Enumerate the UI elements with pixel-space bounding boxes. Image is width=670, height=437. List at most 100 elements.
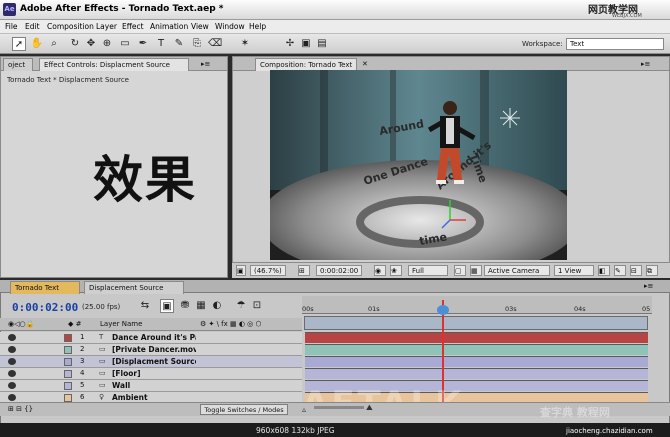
selection-tool-icon[interactable]: ➚ — [12, 37, 26, 51]
panel-menu-icon[interactable]: ▸≡ — [640, 280, 664, 293]
timeline-timecode[interactable]: 0:00:02:00 — [12, 301, 78, 314]
tab-effect-controls[interactable]: Effect Controls: Displacment Source — [39, 58, 189, 71]
graph-editor-icon[interactable]: ⊡ — [250, 299, 264, 313]
layer-duration-bar[interactable] — [305, 332, 648, 343]
pixel-aspect-icon[interactable]: ◧ — [598, 265, 610, 276]
view-layout-select[interactable]: 1 View — [554, 265, 594, 276]
layer-row[interactable]: 3 ▭ [Displacment Source — [0, 356, 302, 368]
hand-tool-icon[interactable]: ✋ — [30, 37, 44, 51]
toggle-switches-modes-button[interactable]: Toggle Switches / Modes — [200, 404, 288, 415]
menu-composition[interactable]: Composition — [47, 22, 94, 31]
label-swatch[interactable] — [64, 394, 72, 402]
current-time-field[interactable]: 0:00:02:00 — [316, 265, 363, 276]
label-swatch[interactable] — [64, 382, 72, 390]
layer-duration-bar[interactable] — [305, 344, 648, 355]
zoom-slider[interactable] — [314, 406, 364, 409]
layer-name[interactable]: [Displacment Source — [112, 357, 196, 366]
timeline-icon[interactable]: ⊟ — [630, 265, 642, 276]
tab-displacement-source[interactable]: Displacement Source — [84, 281, 184, 294]
safe-zones-icon[interactable]: ⊞ — [298, 265, 310, 276]
visibility-icon[interactable] — [8, 394, 16, 401]
layer-duration-bar[interactable] — [305, 368, 648, 379]
menu-animation[interactable]: Animation — [150, 22, 188, 31]
comp-panel-tabs: Composition: Tornado Text ✕ ▸≡ — [233, 57, 669, 71]
panel-menu-icon[interactable]: ▸≡ — [637, 58, 667, 71]
expand-panes-icon[interactable]: ⊞ ⊟ {} — [8, 405, 33, 413]
zoom-tool-icon[interactable]: ⌕ — [47, 37, 61, 51]
visibility-icon[interactable] — [8, 382, 16, 389]
axis-mode-icon[interactable]: ✢ — [283, 37, 297, 51]
workspace-select[interactable]: Text — [566, 38, 664, 50]
visibility-icon[interactable] — [8, 346, 16, 353]
draft-3d-icon[interactable]: ▣ — [160, 299, 174, 313]
tab-tornado-text[interactable]: Tornado Text — [10, 281, 80, 294]
menu-edit[interactable]: Edit — [25, 22, 40, 31]
puppet-tool-icon[interactable]: ✶ — [238, 37, 252, 51]
hide-shy-icon[interactable]: ⛃ — [178, 299, 192, 313]
view-axis-icon[interactable]: ▤ — [315, 37, 329, 51]
resolution-select[interactable]: Full — [408, 265, 448, 276]
viewer-footer: ▣ (46.7%) ⊞ 0:00:02:00 ◉ ❀ Full ▢ ▦ Acti… — [232, 262, 670, 278]
layer-name[interactable]: Wall — [112, 381, 196, 390]
world-axis-icon[interactable]: ▣ — [299, 37, 313, 51]
camera-select[interactable]: Active Camera — [484, 265, 550, 276]
watermark-site: 查字典 教程网 — [540, 406, 610, 419]
layer-number: 5 — [80, 381, 85, 389]
menu-effect[interactable]: Effect — [122, 22, 144, 31]
visibility-icon[interactable] — [8, 370, 16, 377]
layer-name[interactable]: Dance Around it's Pa — [112, 333, 196, 342]
layer-column-header: ◉◁○🔒 ◆ # Layer Name ⚙ ✦ \ fx ▦ ◐ ◎ ⬡ — [0, 318, 302, 331]
rectangle-mask-tool-icon[interactable]: ▭ — [118, 37, 132, 51]
layer-row[interactable]: 1 T Dance Around it's Pa — [0, 332, 302, 344]
layer-name[interactable]: Ambient — [112, 393, 196, 402]
label-swatch[interactable] — [64, 346, 72, 354]
menu-layer[interactable]: Layer — [96, 22, 117, 31]
menu-view[interactable]: View — [191, 22, 209, 31]
magnification-select[interactable]: (46.7%) — [250, 265, 286, 276]
menu-window[interactable]: Window — [215, 22, 245, 31]
always-preview-icon[interactable]: ▣ — [236, 265, 246, 276]
layer-name[interactable]: [Private Dancer.mov — [112, 345, 196, 354]
zoom-in-icon[interactable]: ⛰ — [366, 403, 373, 413]
layer-type-icon: ▭ — [99, 345, 106, 353]
brainstorm-icon[interactable]: ☂ — [234, 299, 248, 313]
layer-name[interactable]: [Floor] — [112, 369, 196, 378]
type-tool-icon[interactable]: T — [154, 37, 168, 51]
brush-tool-icon[interactable]: ✎ — [172, 37, 186, 51]
time-ruler[interactable]: 00s 01s 03s 04s 05 — [302, 296, 652, 314]
tab-project[interactable]: oject — [3, 58, 33, 71]
work-area-bar[interactable] — [304, 316, 648, 330]
camera-tool-icon[interactable]: ✥ — [84, 37, 98, 51]
layer-row[interactable]: 4 ▭ [Floor] — [0, 368, 302, 380]
label-swatch[interactable] — [64, 334, 72, 342]
composition-viewer[interactable]: Around One Dance Around it's time Time — [270, 70, 567, 260]
snapshot-icon[interactable]: ◉ — [374, 265, 386, 276]
zoom-out-icon[interactable]: ▵ — [302, 405, 306, 414]
clone-stamp-tool-icon[interactable]: ⎘ — [190, 37, 204, 51]
frame-blending-icon[interactable]: ▦ — [194, 299, 208, 313]
label-swatch[interactable] — [64, 370, 72, 378]
eraser-tool-icon[interactable]: ⌫ — [208, 37, 222, 51]
pan-behind-tool-icon[interactable]: ⊕ — [100, 37, 114, 51]
panel-menu-icon[interactable]: ▸≡ — [197, 58, 223, 71]
menu-help[interactable]: Help — [249, 22, 266, 31]
label-swatch[interactable] — [64, 358, 72, 366]
layer-duration-bar[interactable] — [305, 356, 648, 367]
fast-previews-icon[interactable]: ✎ — [614, 265, 626, 276]
comp-flowchart-icon[interactable]: ⧉ — [646, 265, 658, 276]
visibility-icon[interactable] — [8, 334, 16, 341]
pen-tool-icon[interactable]: ✒ — [136, 37, 150, 51]
current-time-indicator-head[interactable] — [437, 305, 449, 315]
visibility-icon[interactable] — [8, 358, 16, 365]
motion-blur-icon[interactable]: ◐ — [210, 299, 224, 313]
live-update-icon[interactable]: ⇆ — [138, 299, 152, 313]
layer-type-icon: ▭ — [99, 369, 106, 377]
region-of-interest-icon[interactable]: ▢ — [454, 265, 466, 276]
show-channel-icon[interactable]: ❀ — [390, 265, 402, 276]
menu-file[interactable]: File — [5, 22, 18, 31]
layer-row[interactable]: 5 ▭ Wall — [0, 380, 302, 392]
transparency-grid-icon[interactable]: ▦ — [470, 265, 482, 276]
layer-row[interactable]: 2 ▭ [Private Dancer.mov — [0, 344, 302, 356]
layer-name-header[interactable]: Layer Name — [100, 320, 142, 328]
rotate-tool-icon[interactable]: ↻ — [68, 37, 82, 51]
